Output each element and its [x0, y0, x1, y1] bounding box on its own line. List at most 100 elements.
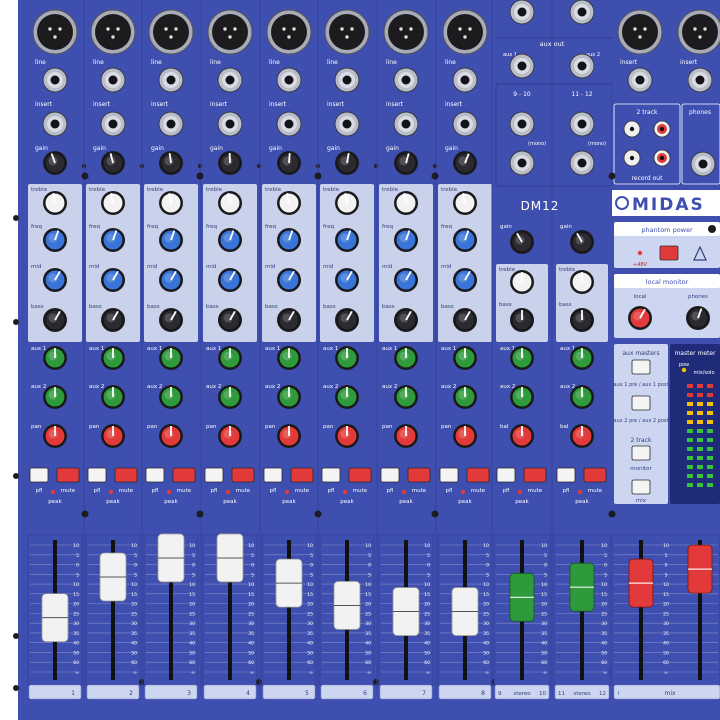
pfl-button[interactable]: [321, 467, 341, 483]
channel-fader[interactable]: [392, 587, 420, 636]
mute-button[interactable]: [407, 467, 431, 483]
freq-knob[interactable]: [43, 228, 67, 252]
freq-knob[interactable]: [101, 228, 125, 252]
pfl-button[interactable]: [496, 467, 516, 483]
treble-knob[interactable]: [453, 191, 477, 215]
bass-knob[interactable]: [218, 308, 242, 332]
aux2-knob[interactable]: [43, 385, 67, 409]
aux2-knob[interactable]: [218, 385, 242, 409]
freq-knob[interactable]: [335, 228, 359, 252]
treble-knob[interactable]: [335, 191, 359, 215]
treble-knob[interactable]: [218, 191, 242, 215]
gain-knob[interactable]: [335, 151, 359, 175]
pfl-button[interactable]: [263, 467, 283, 483]
aux2-knob[interactable]: [159, 385, 183, 409]
gain-knob[interactable]: [510, 230, 534, 254]
aux1-knob[interactable]: [453, 346, 477, 370]
aux2-knob[interactable]: [335, 385, 359, 409]
gain-knob[interactable]: [277, 151, 301, 175]
main-insert-right[interactable]: [687, 67, 713, 93]
line-input-jack[interactable]: [393, 67, 419, 93]
xlr-input[interactable]: [442, 9, 488, 55]
mid-knob[interactable]: [218, 268, 242, 292]
pan-knob[interactable]: [43, 424, 67, 448]
aux2-knob[interactable]: [510, 385, 534, 409]
channel-fader[interactable]: [275, 558, 303, 608]
freq-knob[interactable]: [218, 228, 242, 252]
pfl-button[interactable]: [145, 467, 165, 483]
stereo-input-left[interactable]: [569, 111, 595, 137]
freq-knob[interactable]: [453, 228, 477, 252]
insert-jack[interactable]: [217, 111, 243, 137]
insert-jack[interactable]: [42, 111, 68, 137]
channel-fader[interactable]: [99, 552, 127, 602]
mute-button[interactable]: [348, 467, 372, 483]
aux-send-jack[interactable]: [569, 0, 595, 25]
aux2-knob[interactable]: [394, 385, 418, 409]
mute-button[interactable]: [466, 467, 490, 483]
aux1-knob[interactable]: [570, 346, 594, 370]
bass-knob[interactable]: [43, 308, 67, 332]
aux1-knob[interactable]: [218, 346, 242, 370]
bass-knob[interactable]: [335, 308, 359, 332]
main-insert-left[interactable]: [627, 67, 653, 93]
aux2-knob[interactable]: [453, 385, 477, 409]
treble-knob[interactable]: [394, 191, 418, 215]
xlr-input[interactable]: [324, 9, 370, 55]
mute-button[interactable]: [114, 467, 138, 483]
aux1-knob[interactable]: [335, 346, 359, 370]
insert-jack[interactable]: [276, 111, 302, 137]
line-input-jack[interactable]: [217, 67, 243, 93]
treble-knob[interactable]: [510, 270, 534, 294]
rca-out-left[interactable]: [623, 149, 641, 167]
bass-knob[interactable]: [101, 308, 125, 332]
bal-knob[interactable]: [510, 424, 534, 448]
mid-knob[interactable]: [43, 268, 67, 292]
aux1-knob[interactable]: [394, 346, 418, 370]
aux1-pre-post-button[interactable]: [631, 359, 651, 375]
rca-in-left[interactable]: [623, 120, 641, 138]
channel-fader[interactable]: [216, 533, 244, 583]
two-track-mix-button[interactable]: [631, 479, 651, 495]
gain-knob[interactable]: [43, 151, 67, 175]
phones-level-knob[interactable]: [686, 306, 710, 330]
aux1-knob[interactable]: [277, 346, 301, 370]
xlr-input[interactable]: [148, 9, 194, 55]
main-out-xlr-right[interactable]: [677, 9, 720, 55]
bass-knob[interactable]: [394, 308, 418, 332]
channel-fader[interactable]: [157, 533, 185, 583]
channel-fader[interactable]: [451, 587, 479, 636]
pan-knob[interactable]: [101, 424, 125, 448]
phantom-button[interactable]: [659, 245, 679, 261]
treble-knob[interactable]: [277, 191, 301, 215]
mid-knob[interactable]: [101, 268, 125, 292]
pfl-button[interactable]: [439, 467, 459, 483]
pfl-button[interactable]: [87, 467, 107, 483]
line-input-jack[interactable]: [42, 67, 68, 93]
stereo-fader[interactable]: [509, 572, 535, 622]
xlr-input[interactable]: [207, 9, 253, 55]
line-input-jack[interactable]: [100, 67, 126, 93]
insert-jack[interactable]: [100, 111, 126, 137]
rca-in-right[interactable]: [653, 120, 671, 138]
aux1-knob[interactable]: [510, 346, 534, 370]
freq-knob[interactable]: [277, 228, 301, 252]
bass-knob[interactable]: [159, 308, 183, 332]
mute-button[interactable]: [583, 467, 607, 483]
line-input-jack[interactable]: [334, 67, 360, 93]
pan-knob[interactable]: [394, 424, 418, 448]
line-input-jack[interactable]: [452, 67, 478, 93]
mute-button[interactable]: [172, 467, 196, 483]
aux2-out-jack[interactable]: [569, 53, 595, 79]
xlr-input[interactable]: [383, 9, 429, 55]
mid-knob[interactable]: [277, 268, 301, 292]
mute-button[interactable]: [523, 467, 547, 483]
bass-knob[interactable]: [277, 308, 301, 332]
insert-jack[interactable]: [452, 111, 478, 137]
two-track-monitor-button[interactable]: [631, 445, 651, 461]
aux2-knob[interactable]: [570, 385, 594, 409]
line-input-jack[interactable]: [158, 67, 184, 93]
main-out-xlr-left[interactable]: [617, 9, 663, 55]
pan-knob[interactable]: [277, 424, 301, 448]
local-level-knob[interactable]: [628, 306, 652, 330]
